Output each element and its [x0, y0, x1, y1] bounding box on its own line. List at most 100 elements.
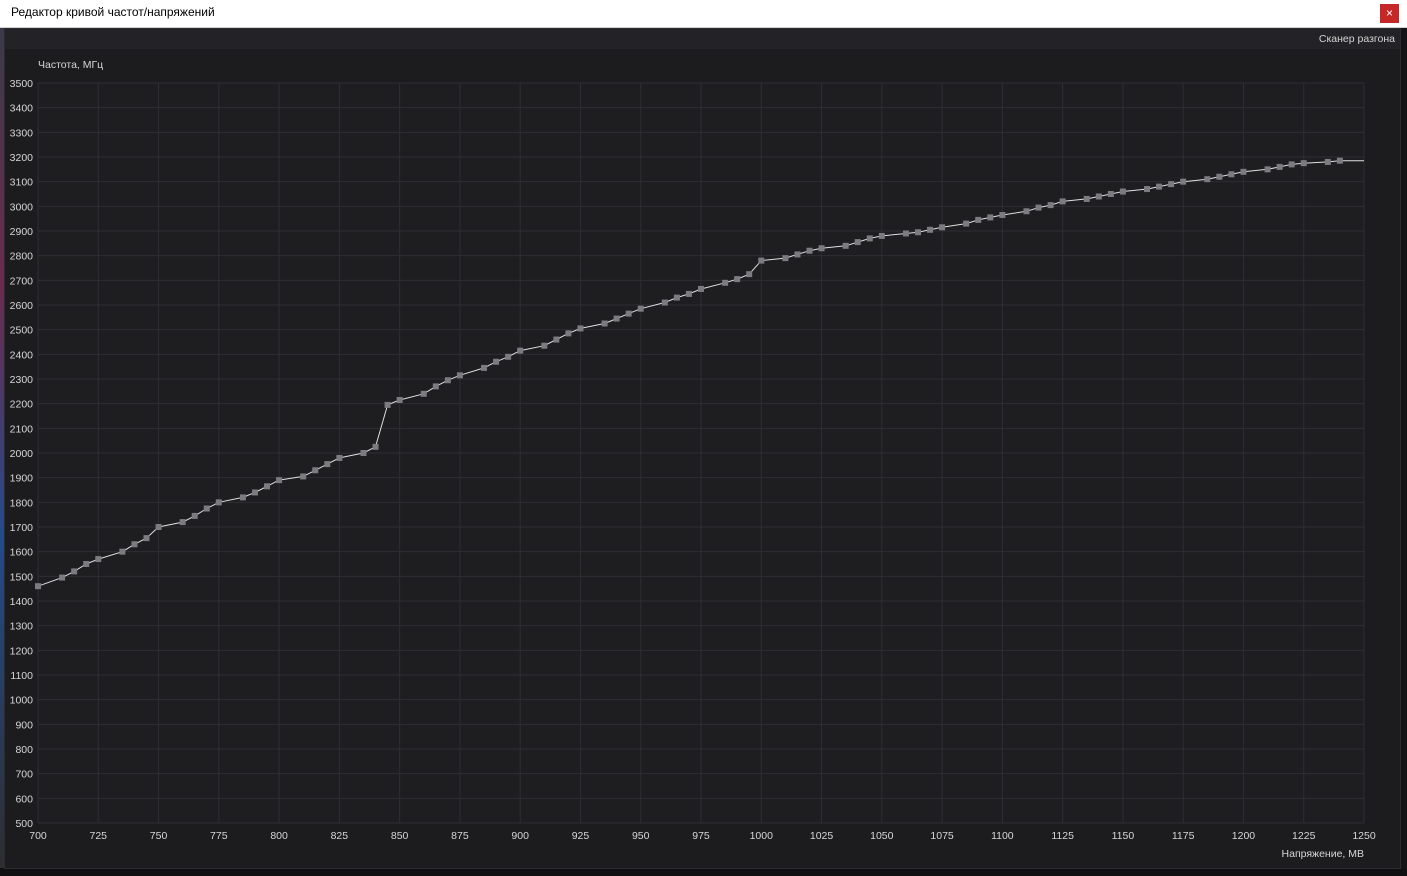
curve-point[interactable] [276, 477, 283, 484]
curve-point[interactable] [963, 220, 970, 227]
curve-point[interactable] [866, 235, 873, 242]
curve-point[interactable] [1119, 188, 1126, 195]
curve-point[interactable] [1059, 198, 1066, 205]
curve-point[interactable] [372, 443, 379, 450]
curve-point[interactable] [493, 358, 500, 365]
curve-point[interactable] [661, 299, 668, 306]
curve-point[interactable] [131, 541, 138, 548]
curve-point[interactable] [842, 242, 849, 249]
curve-point[interactable] [1324, 158, 1331, 165]
curve-point[interactable] [685, 290, 692, 297]
curve-point[interactable] [1023, 208, 1030, 215]
curve-point[interactable] [1276, 163, 1283, 170]
curve-point[interactable] [565, 330, 572, 337]
curve-point[interactable] [264, 483, 271, 490]
curve-point[interactable] [601, 320, 608, 327]
curve-point[interactable] [444, 377, 451, 384]
curve-point[interactable] [758, 257, 765, 264]
curve-point[interactable] [35, 583, 41, 590]
y-tick-label: 600 [15, 793, 33, 805]
x-tick-label: 800 [270, 830, 288, 842]
curve-point[interactable] [698, 285, 704, 292]
curve-point[interactable] [746, 271, 753, 278]
curve-point[interactable] [1047, 202, 1054, 209]
curve-point[interactable] [999, 211, 1006, 218]
curve-point[interactable] [794, 251, 801, 258]
curve-point[interactable] [1180, 178, 1187, 185]
curve-point[interactable] [71, 568, 78, 575]
y-tick-label: 2500 [10, 325, 34, 337]
curve-point[interactable] [143, 535, 150, 542]
curve-point[interactable] [517, 347, 524, 354]
x-tick-label: 1100 [991, 830, 1014, 842]
curve-point[interactable] [83, 561, 90, 567]
curve-point[interactable] [914, 229, 921, 236]
curve-point[interactable] [1288, 161, 1295, 168]
y-tick-label: 900 [15, 719, 33, 731]
y-tick-label: 1200 [10, 645, 34, 657]
curve-point[interactable] [927, 226, 934, 233]
curve-point[interactable] [854, 239, 861, 246]
curve-point[interactable] [191, 512, 198, 519]
curve-point[interactable] [1336, 157, 1343, 164]
curve-point[interactable] [384, 401, 391, 408]
y-tick-label: 3200 [10, 152, 34, 164]
curve-point[interactable] [734, 276, 741, 283]
curve-point[interactable] [179, 519, 186, 526]
curve-point[interactable] [1204, 176, 1211, 183]
curve-point[interactable] [1300, 160, 1307, 167]
curve-point[interactable] [1216, 173, 1223, 180]
curve-point[interactable] [673, 294, 680, 301]
curve-point[interactable] [300, 473, 307, 480]
curve-point[interactable] [878, 232, 885, 239]
curve-point[interactable] [637, 305, 644, 312]
curve-point[interactable] [432, 383, 439, 390]
curve-point[interactable] [613, 315, 620, 322]
curve-point[interactable] [1156, 183, 1163, 190]
curve-point[interactable] [456, 372, 463, 379]
curve-point[interactable] [481, 364, 488, 371]
curve-point[interactable] [1083, 195, 1090, 202]
curve-point[interactable] [975, 216, 982, 223]
curve-point[interactable] [1168, 181, 1175, 188]
curve-point[interactable] [818, 245, 825, 252]
curve-point[interactable] [1107, 191, 1114, 197]
curve-point[interactable] [987, 214, 994, 221]
x-tick-label: 1175 [1172, 830, 1195, 842]
y-tick-label: 500 [15, 818, 33, 830]
vf-curve-chart[interactable]: 3500 3400 3300 3200 3100 3000 2900 2800 2700 2600… [0, 0, 1407, 876]
curve-point[interactable] [541, 342, 548, 349]
curve-point[interactable] [312, 467, 319, 474]
curve-point[interactable] [324, 461, 331, 468]
curve-point[interactable] [1035, 204, 1042, 211]
curve-point[interactable] [420, 390, 427, 397]
y-tick-label: 2000 [10, 448, 34, 460]
curve-point[interactable] [1240, 168, 1247, 175]
curve-point[interactable] [577, 325, 584, 332]
curve-point[interactable] [625, 310, 632, 317]
curve-point[interactable] [396, 396, 403, 403]
curve-point[interactable] [95, 556, 102, 563]
curve-point[interactable] [119, 548, 126, 555]
curve-point[interactable] [155, 524, 162, 530]
x-tick-label: 1150 [1112, 830, 1135, 842]
curve-point[interactable] [505, 353, 512, 360]
curve-point[interactable] [939, 224, 946, 231]
curve-point[interactable] [59, 574, 66, 581]
curve-point[interactable] [902, 230, 909, 237]
curve-point[interactable] [1144, 186, 1151, 193]
curve-point[interactable] [203, 505, 210, 512]
x-tick-label: 1050 [870, 830, 894, 842]
curve-point[interactable] [336, 454, 343, 461]
curve-point[interactable] [553, 336, 560, 343]
curve-point[interactable] [239, 494, 246, 501]
curve-point[interactable] [806, 247, 813, 254]
curve-point[interactable] [722, 279, 729, 286]
curve-point[interactable] [360, 450, 367, 456]
curve-point[interactable] [782, 255, 789, 262]
curve-point[interactable] [1264, 166, 1271, 173]
curve-point[interactable] [215, 499, 222, 506]
curve-point[interactable] [1095, 193, 1102, 200]
curve-point[interactable] [1228, 171, 1235, 178]
curve-point[interactable] [251, 489, 258, 496]
